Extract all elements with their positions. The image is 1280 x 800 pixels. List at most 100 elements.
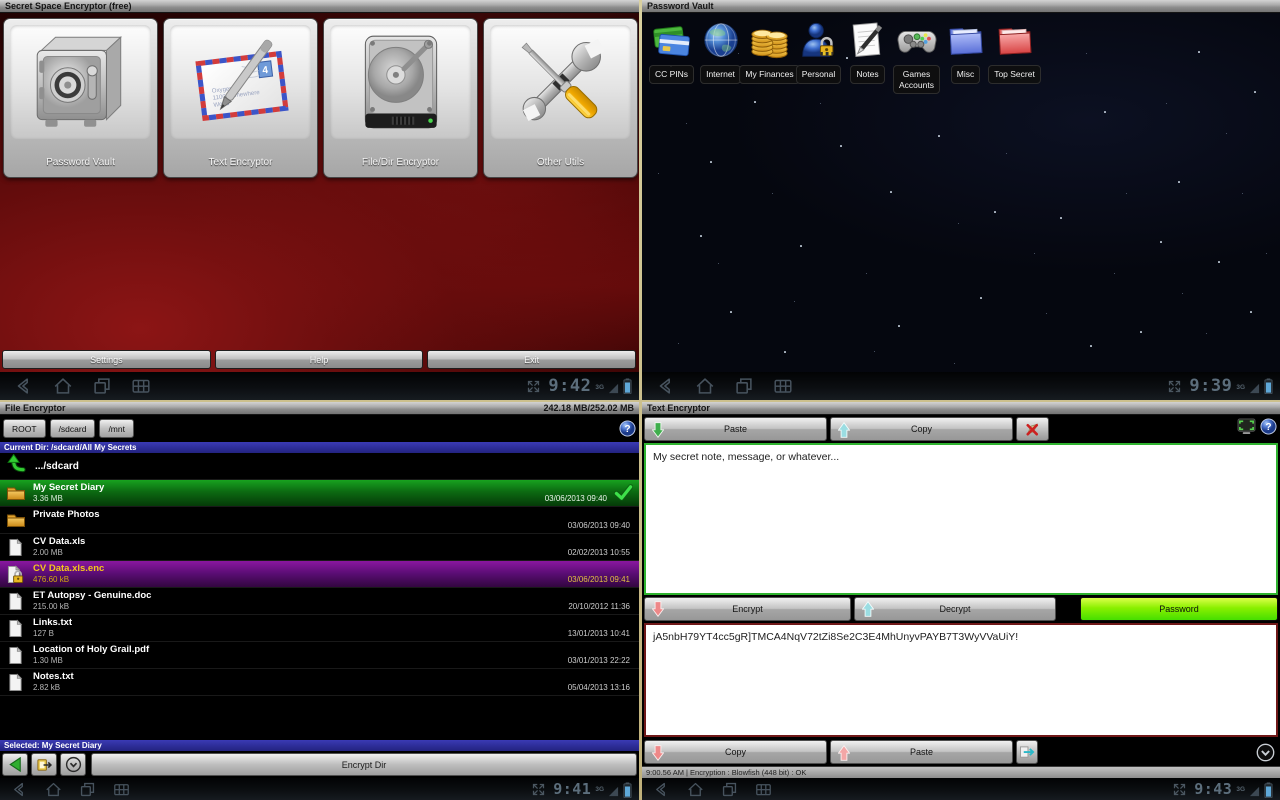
file-size xyxy=(33,522,100,530)
app-tile[interactable]: File/Dir Encryptor xyxy=(323,18,478,178)
password-button[interactable]: Password xyxy=(1080,597,1278,621)
screen: Secret Space Encryptor (free) Password V… xyxy=(0,0,1280,800)
file-size: 476.60 kB xyxy=(33,576,104,584)
file-row[interactable]: Notes.txt 2.82 kB 05/04/2013 13:16 xyxy=(0,669,639,696)
back-icon[interactable] xyxy=(652,780,671,799)
parent-dir-row[interactable]: .../sdcard xyxy=(0,453,639,480)
signal-icon xyxy=(1249,784,1260,795)
vault-category[interactable]: Notes xyxy=(843,20,892,84)
back-dir-button[interactable] xyxy=(2,753,28,776)
vault-category-icon xyxy=(798,20,840,62)
recents-icon[interactable] xyxy=(91,375,113,397)
file-row[interactable]: Location of Holy Grail.pdf 1.30 MB 03/01… xyxy=(0,642,639,669)
file-row[interactable]: Links.txt 127 B 13/01/2013 10:41 xyxy=(0,615,639,642)
copy-button[interactable]: Copy xyxy=(830,417,1013,441)
home-icon[interactable] xyxy=(686,780,705,799)
tab-root[interactable]: ROOT xyxy=(3,419,46,438)
file-size: 2.00 MB xyxy=(33,549,85,557)
recents-icon[interactable] xyxy=(733,375,755,397)
apps-grid-icon[interactable] xyxy=(130,375,152,397)
vault-category[interactable]: My Finances xyxy=(745,20,794,84)
settings-button[interactable]: Settings xyxy=(2,350,211,369)
android-navbar: 9:41 3G xyxy=(0,778,639,800)
tile-label: File/Dir Encryptor xyxy=(324,157,477,168)
back-icon[interactable] xyxy=(13,375,35,397)
vault-category[interactable]: CC PINs xyxy=(647,20,696,84)
home-icon[interactable] xyxy=(694,375,716,397)
help-icon[interactable]: ? xyxy=(619,420,636,437)
fullscreen-toggle-icon[interactable] xyxy=(1172,782,1187,797)
file-row[interactable]: CV Data.xls.enc 476.60 kB 03/06/2013 09:… xyxy=(0,561,639,588)
paste-button[interactable]: Paste xyxy=(644,417,827,441)
main-menu-titlebar: Secret Space Encryptor (free) xyxy=(0,0,639,13)
vault-category-icon xyxy=(896,20,938,62)
tab-mnt[interactable]: /mnt xyxy=(99,419,134,438)
signal-icon xyxy=(608,784,619,795)
clock: 9:42 xyxy=(548,376,591,396)
app-tile[interactable]: 4 Oxygen 1100 Somewhere World Text Encry… xyxy=(163,18,318,178)
tile-icon-area: 4 Oxygen 1100 Somewhere World xyxy=(170,25,311,139)
fullscreen-toggle-icon[interactable] xyxy=(531,782,546,797)
file-row[interactable]: My Secret Diary 3.36 MB 03/06/2013 09:40 xyxy=(0,480,639,507)
file-size: 127 B xyxy=(33,630,72,638)
apps-grid-icon[interactable] xyxy=(772,375,794,397)
clear-text-button[interactable] xyxy=(1016,417,1049,441)
app-tile[interactable]: Other Utils xyxy=(483,18,638,178)
tile-icon-area xyxy=(10,25,151,139)
plaintext-editor[interactable]: My secret note, message, or whatever... xyxy=(644,443,1278,595)
exit-button[interactable]: Exit xyxy=(427,350,636,369)
fullscreen-toggle-icon[interactable] xyxy=(526,379,541,394)
recents-icon[interactable] xyxy=(78,780,97,799)
signal-icon xyxy=(608,381,619,392)
vault-category-icon xyxy=(700,20,742,62)
file-row[interactable]: CV Data.xls 2.00 MB 02/02/2013 10:55 xyxy=(0,534,639,561)
home-icon[interactable] xyxy=(52,375,74,397)
file-name: Links.txt xyxy=(33,618,72,628)
panel-file-encryptor: File Encryptor 242.18 MB/252.02 MB ROOT … xyxy=(0,402,639,800)
vault-category[interactable]: Internet xyxy=(696,20,745,84)
file-date: 02/02/2013 10:55 xyxy=(568,548,630,557)
panel-main-menu: Secret Space Encryptor (free) Password V… xyxy=(0,0,639,400)
file-icon xyxy=(8,538,23,557)
decrypt-button[interactable]: Decrypt xyxy=(854,597,1056,621)
check-icon xyxy=(614,484,633,506)
jump-to-folder-button[interactable] xyxy=(31,753,57,776)
file-date: 03/01/2013 22:22 xyxy=(568,656,630,665)
file-row[interactable]: ET Autopsy - Genuine.doc 215.00 kB 20/10… xyxy=(0,588,639,615)
ciphertext-editor[interactable]: jA5nbH79YT4cc5gR]TMCA4NqV72tZi8Se2C3E4Mh… xyxy=(644,623,1278,737)
recents-icon[interactable] xyxy=(720,780,739,799)
file-name: Private Photos xyxy=(33,510,100,520)
network-badge: 3G xyxy=(595,786,604,793)
home-icon[interactable] xyxy=(44,780,63,799)
vault-category-icon xyxy=(749,20,791,62)
vault-category[interactable]: Misc xyxy=(941,20,990,84)
apps-grid-icon[interactable] xyxy=(754,780,773,799)
vault-category[interactable]: Personal xyxy=(794,20,843,84)
encrypt-dir-button[interactable]: Encrypt Dir xyxy=(91,753,637,776)
paste-cipher-button[interactable]: Paste xyxy=(830,740,1013,764)
vault-category-label: Notes xyxy=(850,65,884,84)
encrypt-button[interactable]: Encrypt xyxy=(644,597,851,621)
fullscreen-toggle-icon[interactable] xyxy=(1167,379,1182,394)
fullscreen-editor-icon[interactable] xyxy=(1237,418,1256,440)
scroll-down-icon[interactable] xyxy=(1255,742,1276,763)
vault-category-row: CC PINs Internet My Finances Personal No… xyxy=(647,20,1039,94)
vault-category[interactable]: Games Accounts xyxy=(892,20,941,94)
help-icon[interactable]: ? xyxy=(1260,418,1277,440)
file-date: 20/10/2012 11:36 xyxy=(568,602,630,611)
copy-cipher-button[interactable]: Copy xyxy=(644,740,827,764)
help-button[interactable]: Help xyxy=(215,350,424,369)
back-icon[interactable] xyxy=(10,780,29,799)
file-row[interactable]: Private Photos 03/06/2013 09:40 xyxy=(0,507,639,534)
back-icon[interactable] xyxy=(655,375,677,397)
parent-dir-label: .../sdcard xyxy=(35,461,79,472)
tab-sdcard[interactable]: /sdcard xyxy=(50,419,96,438)
send-to-button[interactable] xyxy=(1016,740,1038,764)
text-encryptor-bottom-row: Copy Paste xyxy=(642,738,1280,766)
app-tile[interactable]: Password Vault xyxy=(3,18,158,178)
vault-category[interactable]: Top Secret xyxy=(990,20,1039,84)
up-arrow-icon xyxy=(7,454,26,478)
clock: 9:39 xyxy=(1189,376,1232,396)
apps-grid-icon[interactable] xyxy=(112,780,131,799)
more-options-button[interactable] xyxy=(60,753,86,776)
